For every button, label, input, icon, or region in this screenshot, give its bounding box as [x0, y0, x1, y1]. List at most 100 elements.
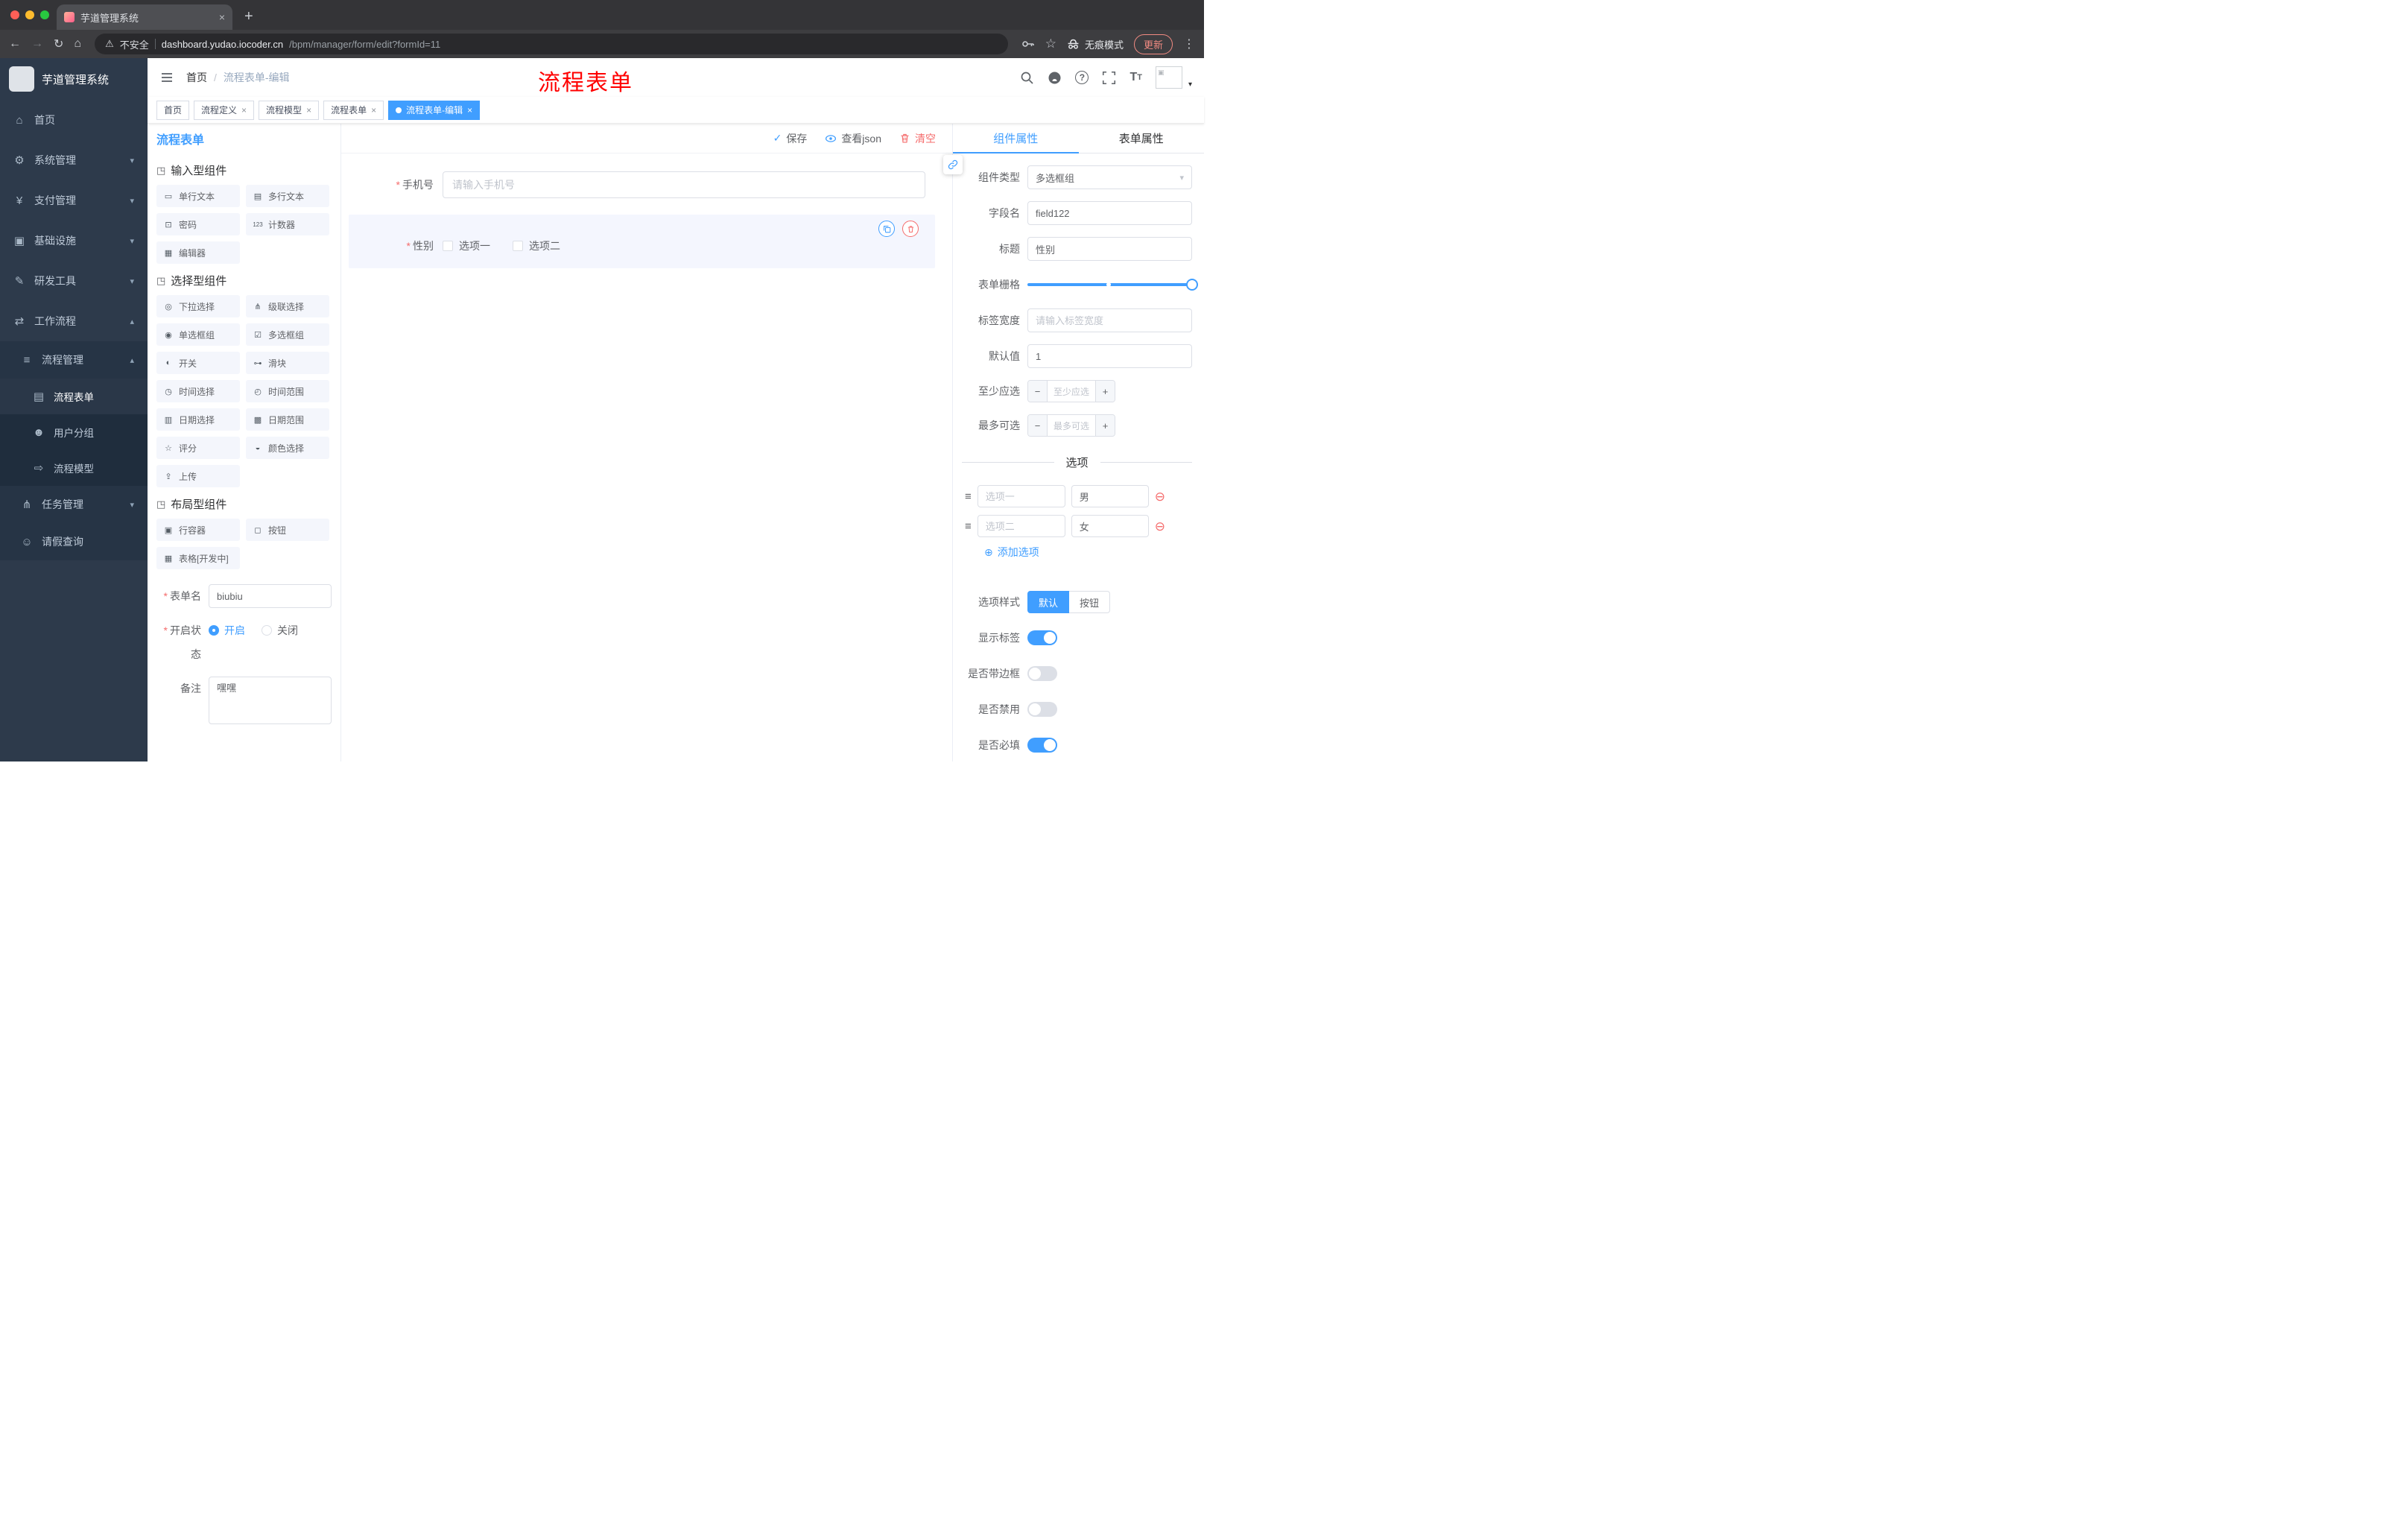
search-icon[interactable] — [1020, 71, 1034, 85]
option2-value-input[interactable] — [1071, 515, 1149, 537]
tag-process-form[interactable]: 流程表单 × — [323, 100, 384, 120]
close-icon[interactable]: × — [467, 105, 472, 115]
tag-process-definition[interactable]: 流程定义 × — [194, 100, 255, 120]
phone-field-row[interactable]: * 手机号 — [374, 171, 925, 198]
palette-item-slider[interactable]: ⊶ 滑块 — [246, 352, 329, 374]
update-button[interactable]: 更新 — [1133, 34, 1173, 54]
sidebar-item-system-management[interactable]: ⚙ 系统管理 ▾ — [0, 140, 148, 180]
component-type-select[interactable]: 多选框组 ▾ — [1027, 165, 1192, 189]
fullscreen-icon[interactable] — [1102, 71, 1116, 85]
palette-item-password[interactable]: ⊡ 密码 — [156, 213, 240, 235]
palette-item-editor[interactable]: ▦ 编辑器 — [156, 241, 240, 264]
plus-button[interactable]: + — [1095, 381, 1115, 402]
back-button[interactable]: ← — [9, 37, 21, 51]
delete-field-button[interactable] — [902, 221, 919, 237]
drag-handle-icon[interactable]: ≡ — [965, 520, 972, 533]
palette-item-time-range[interactable]: ◴ 时间范围 — [246, 380, 329, 402]
status-on-radio[interactable]: 开启 — [209, 623, 245, 638]
tag-process-form-edit[interactable]: 流程表单-编辑 × — [388, 100, 481, 120]
window-close-button[interactable] — [10, 10, 19, 19]
minus-button[interactable]: − — [1028, 381, 1048, 402]
plus-button[interactable]: + — [1095, 415, 1115, 436]
tab-component-props[interactable]: 组件属性 — [953, 124, 1079, 153]
required-toggle[interactable] — [1027, 738, 1057, 753]
grid-slider[interactable] — [1027, 273, 1198, 297]
sidebar-item-process-model[interactable]: ⇨ 流程模型 — [0, 450, 148, 486]
view-json-button[interactable]: 查看json — [825, 131, 881, 146]
palette-item-date-range[interactable]: ▩ 日期范围 — [246, 408, 329, 431]
palette-item-counter[interactable]: 123 计数器 — [246, 213, 329, 235]
field-name-input[interactable] — [1027, 201, 1192, 225]
user-avatar[interactable]: ▣ — [1155, 66, 1182, 89]
save-button[interactable]: ✓ 保存 — [773, 131, 808, 146]
palette-item-time-picker[interactable]: ◷ 时间选择 — [156, 380, 240, 402]
gender-field-row[interactable]: * 性别 选项一 选项二 — [374, 238, 925, 253]
palette-item-cascader[interactable]: ⋔ 级联选择 — [246, 295, 329, 317]
gender-option1-checkbox[interactable]: 选项一 — [443, 238, 490, 253]
phone-input[interactable] — [443, 171, 925, 198]
min-select-value[interactable]: 至少应选 — [1048, 381, 1095, 402]
close-icon[interactable]: × — [371, 105, 376, 115]
remove-option-icon[interactable]: ⊖ — [1155, 490, 1165, 503]
add-option-button[interactable]: ⊕ 添加选项 — [984, 545, 1192, 560]
palette-item-text-input[interactable]: ▭ 单行文本 — [156, 185, 240, 207]
selected-field-block[interactable]: * 性别 选项一 选项二 — [349, 215, 935, 268]
window-minimize-button[interactable] — [25, 10, 34, 19]
style-default-button[interactable]: 默认 — [1027, 591, 1070, 613]
password-key-icon[interactable] — [1021, 37, 1035, 51]
sidebar-item-task-management[interactable]: ⋔ 任务管理 ▾ — [0, 486, 148, 523]
security-warning-icon[interactable]: ⚠ — [105, 38, 114, 50]
status-off-radio[interactable]: 关闭 — [262, 623, 298, 638]
palette-item-radio-group[interactable]: ◉ 单选框组 — [156, 323, 240, 346]
palette-item-textarea[interactable]: ▤ 多行文本 — [246, 185, 329, 207]
close-icon[interactable]: × — [306, 105, 311, 115]
palette-item-rate[interactable]: ☆ 评分 — [156, 437, 240, 459]
sidebar-item-workflow[interactable]: ⇄ 工作流程 ▴ — [0, 301, 148, 341]
palette-item-table[interactable]: ▦ 表格[开发中] — [156, 547, 240, 569]
palette-item-switch[interactable]: ◐ 开关 — [156, 352, 240, 374]
new-tab-button[interactable]: + — [244, 8, 253, 25]
link-icon[interactable] — [943, 155, 963, 174]
window-zoom-button[interactable] — [40, 10, 49, 19]
sidebar-item-payment-management[interactable]: ¥ 支付管理 ▾ — [0, 180, 148, 221]
label-width-input[interactable] — [1027, 308, 1192, 332]
forward-button[interactable]: → — [31, 37, 43, 51]
tag-process-model[interactable]: 流程模型 × — [259, 100, 320, 120]
help-icon[interactable]: ? — [1075, 71, 1089, 84]
browser-menu-icon[interactable]: ⋮ — [1183, 37, 1195, 51]
palette-item-checkbox-group[interactable]: ☑ 多选框组 — [246, 323, 329, 346]
copy-field-button[interactable] — [878, 221, 895, 237]
sidebar-item-dev-tools[interactable]: ✎ 研发工具 ▾ — [0, 261, 148, 301]
palette-item-upload[interactable]: ⇪ 上传 — [156, 465, 240, 487]
sidebar-item-infrastructure[interactable]: ▣ 基础设施 ▾ — [0, 221, 148, 261]
palette-item-select[interactable]: ◎ 下拉选择 — [156, 295, 240, 317]
remove-option-icon[interactable]: ⊖ — [1155, 520, 1165, 533]
browser-home-button[interactable]: ⌂ — [74, 37, 81, 51]
form-remark-textarea[interactable]: 嘿嘿 — [209, 677, 332, 724]
tag-home[interactable]: 首页 — [156, 100, 190, 120]
breadcrumb-home[interactable]: 首页 — [186, 70, 207, 85]
form-name-input[interactable] — [209, 584, 332, 608]
default-value-input[interactable] — [1027, 344, 1192, 368]
option1-label-input[interactable] — [977, 485, 1065, 507]
title-input[interactable] — [1027, 237, 1192, 261]
disabled-toggle[interactable] — [1027, 702, 1057, 717]
max-select-value[interactable]: 最多可选 — [1048, 415, 1095, 436]
sidebar-item-leave-query[interactable]: ☺ 请假查询 — [0, 523, 148, 560]
sidebar-collapse-icon[interactable] — [159, 70, 174, 85]
option1-value-input[interactable] — [1071, 485, 1149, 507]
border-toggle[interactable] — [1027, 666, 1057, 681]
reload-button[interactable]: ↻ — [54, 37, 63, 51]
sidebar-item-process-form[interactable]: ▤ 流程表单 — [0, 379, 148, 414]
tab-form-props[interactable]: 表单属性 — [1079, 124, 1205, 153]
sidebar-item-home[interactable]: ⌂ 首页 — [0, 100, 148, 140]
clear-button[interactable]: 清空 — [899, 131, 936, 146]
show-label-toggle[interactable] — [1027, 630, 1057, 645]
drag-handle-icon[interactable]: ≡ — [965, 490, 972, 503]
sidebar-item-process-management[interactable]: ≡ 流程管理 ▴ — [0, 341, 148, 379]
palette-item-date-picker[interactable]: ▥ 日期选择 — [156, 408, 240, 431]
bookmark-star-icon[interactable]: ☆ — [1045, 37, 1056, 51]
slider-handle[interactable] — [1186, 279, 1198, 291]
address-bar[interactable]: ⚠ 不安全 dashboard.yudao.iocoder.cn/bpm/man… — [95, 34, 1008, 54]
palette-item-row-container[interactable]: ▣ 行容器 — [156, 519, 240, 541]
